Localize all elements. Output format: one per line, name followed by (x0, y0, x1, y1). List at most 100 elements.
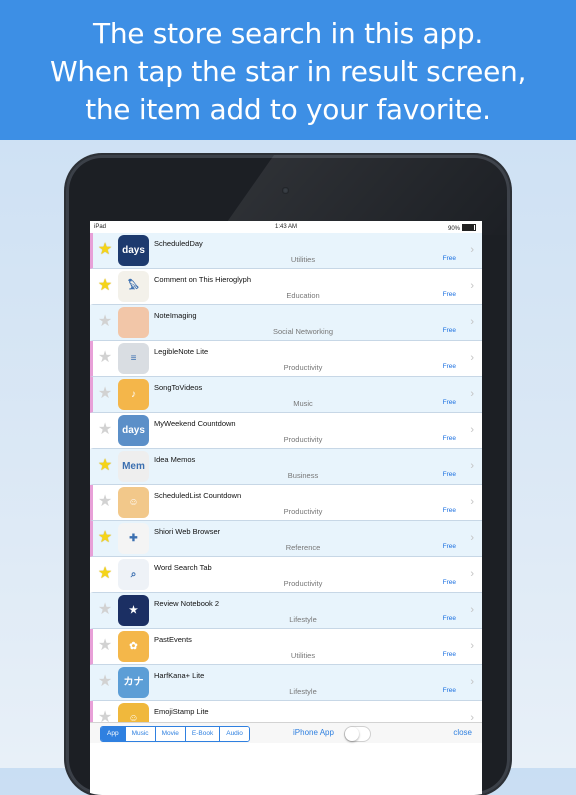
favorite-star-icon[interactable]: ★ (96, 673, 114, 691)
chevron-right-icon: › (470, 532, 474, 544)
app-price: Free (442, 543, 456, 550)
result-list[interactable]: ★ days ScheduledDay Utilities Free › ★ 𓅃 Comment… (90, 233, 482, 722)
favorite-star-icon[interactable]: ★ (96, 421, 114, 439)
list-item[interactable]: ★ Mem Idea Memos Business Free › (90, 449, 482, 485)
chevron-right-icon: › (470, 388, 474, 400)
app-category: Social Networking (272, 327, 334, 336)
app-category: Productivity (283, 507, 323, 516)
weekend-countdown-icon: days (118, 415, 149, 446)
legible-note-icon: ≡ (118, 343, 149, 374)
camera-icon (282, 187, 289, 194)
list-item[interactable]: ★ ♪ SongToVideos Music Free › (90, 377, 482, 413)
chevron-right-icon: › (470, 676, 474, 688)
app-name: Review Notebook 2 (154, 599, 220, 608)
list-item[interactable]: ★ ⌕ Word Search Tab Productivity Free › (90, 557, 482, 593)
list-item[interactable]: ★ days ScheduledDay Utilities Free › (90, 233, 482, 269)
media-type-segmented-control[interactable]: App Music Movie E-Book Audio (100, 726, 250, 742)
magnifier-icon: ⌕ (118, 559, 149, 590)
segment-music[interactable]: Music (125, 727, 156, 741)
chevron-right-icon: › (470, 496, 474, 508)
banner-line-2: When tap the star in result screen, (49, 55, 527, 88)
banner-line-1: The store search in this app. (93, 17, 483, 50)
app-category: Productivity (283, 363, 323, 372)
chevron-right-icon: › (470, 316, 474, 328)
app-name: HarfKana+ Lite (154, 671, 205, 680)
close-button[interactable]: close (453, 728, 472, 737)
app-price: Free (442, 579, 456, 586)
favorite-star-icon[interactable]: ★ (96, 565, 114, 583)
list-item[interactable]: ★ ☺ EmojiStamp Lite › (90, 701, 482, 722)
app-category: Music (293, 399, 313, 408)
iphone-app-toggle[interactable] (344, 726, 371, 742)
browser-compass-icon: ✚ (118, 523, 149, 554)
favorite-star-icon[interactable]: ★ (96, 529, 114, 547)
app-price: Free (442, 615, 456, 622)
list-item[interactable]: ★ 𓅃 Comment on This Hieroglyph Education Fre… (90, 269, 482, 305)
app-name: ScheduledDay (154, 239, 203, 248)
list-item[interactable]: ★ days MyWeekend Countdown Productivity Free… (90, 413, 482, 449)
list-item[interactable]: ★ ★ Review Notebook 2 Lifestyle Free › (90, 593, 482, 629)
scheduled-list-icon: ☺ (118, 487, 149, 518)
favorite-star-icon[interactable]: ★ (96, 601, 114, 619)
app-price: Free (442, 435, 456, 442)
segment-audio[interactable]: Audio (220, 727, 249, 741)
app-price: Free (442, 399, 456, 406)
chevron-right-icon: › (470, 712, 474, 722)
chevron-right-icon: › (470, 568, 474, 580)
list-item[interactable]: ★ ≡ LegibleNote Lite Productivity Free › (90, 341, 482, 377)
chevron-right-icon: › (470, 424, 474, 436)
chevron-right-icon: › (470, 640, 474, 652)
app-category: Business (287, 471, 319, 480)
app-category: Productivity (283, 579, 323, 588)
app-category: Reference (285, 543, 321, 552)
battery-percent: 90% (447, 226, 460, 232)
app-price: Free (442, 327, 456, 334)
app-screen: iPad 1:43 AM 90% ★ days ScheduledDay Utilit… (90, 221, 482, 795)
app-category: Education (286, 291, 320, 300)
days-icon: days (118, 235, 149, 266)
list-item[interactable]: ★ ☺ ScheduledList Countdown Productivity Fre… (90, 485, 482, 521)
list-item[interactable]: ★ カナ HarfKana+ Lite Lifestyle Free › (90, 665, 482, 701)
app-name: ScheduledList Countdown (154, 491, 242, 500)
hieroglyph-icon: 𓅃 (118, 271, 149, 302)
status-bar: iPad 1:43 AM 90% (90, 221, 482, 233)
app-category: Lifestyle (289, 615, 317, 624)
list-item[interactable]: ★ NoteImaging Social Networking Free › (90, 305, 482, 341)
app-name: SongToVideos (154, 383, 203, 392)
app-price: Free (442, 363, 456, 370)
app-category: Lifestyle (289, 687, 317, 696)
segment-app[interactable]: App (101, 727, 126, 741)
favorite-star-icon[interactable]: ★ (96, 709, 114, 722)
favorite-star-icon[interactable]: ★ (96, 241, 114, 259)
status-time: 1:43 AM (274, 224, 297, 230)
toggle-knob (345, 727, 359, 741)
list-item[interactable]: ★ ✚ Shiori Web Browser Reference Free › (90, 521, 482, 557)
favorite-star-icon[interactable]: ★ (96, 277, 114, 295)
favorite-star-icon[interactable]: ★ (96, 493, 114, 511)
app-name: Word Search Tab (154, 563, 212, 572)
chevron-right-icon: › (470, 460, 474, 472)
chevron-right-icon: › (470, 244, 474, 256)
favorite-star-icon[interactable]: ★ (96, 385, 114, 403)
chevron-right-icon: › (470, 280, 474, 292)
status-battery: 90% (448, 224, 476, 232)
app-category: Utilities (290, 255, 316, 264)
list-item[interactable]: ★ ✿ PastEvents Utilities Free › (90, 629, 482, 665)
app-price: Free (442, 255, 456, 262)
app-name: MyWeekend Countdown (154, 419, 236, 428)
favorite-star-icon[interactable]: ★ (96, 457, 114, 475)
app-name: Shiori Web Browser (154, 527, 221, 536)
app-price: Free (442, 471, 456, 478)
favorite-star-icon[interactable]: ★ (96, 637, 114, 655)
app-name: PastEvents (154, 635, 192, 644)
app-name: EmojiStamp Lite (154, 707, 209, 716)
app-category: Utilities (290, 651, 316, 660)
iphone-app-label: iPhone App (293, 728, 334, 737)
banner-line-3: the item add to your favorite. (85, 93, 491, 126)
segment-movie[interactable]: Movie (155, 727, 186, 741)
song-to-videos-icon: ♪ (118, 379, 149, 410)
segment-e-book[interactable]: E-Book (185, 727, 221, 741)
favorite-star-icon[interactable]: ★ (96, 313, 114, 331)
battery-icon (462, 224, 476, 231)
favorite-star-icon[interactable]: ★ (96, 349, 114, 367)
